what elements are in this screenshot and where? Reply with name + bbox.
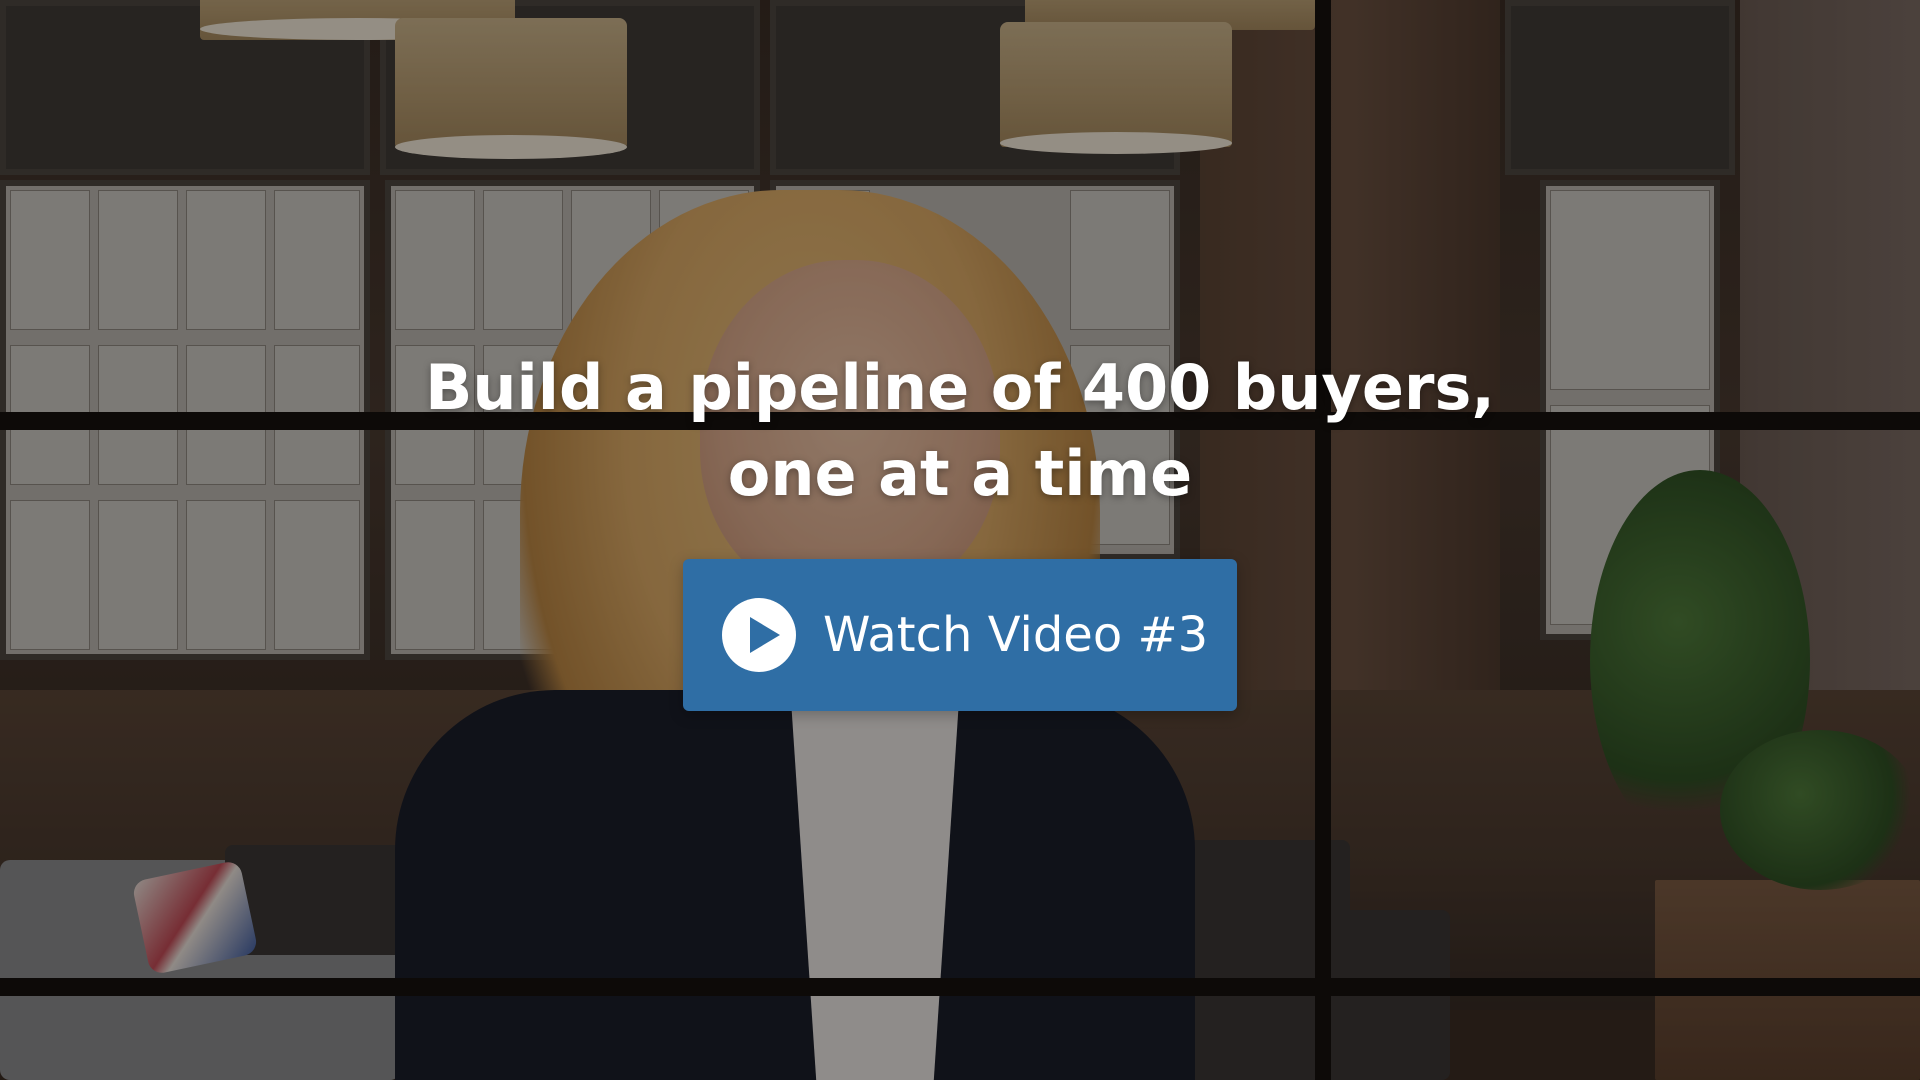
watch-video-button[interactable]: Watch Video #3	[683, 559, 1237, 711]
headline-line-2: one at a time	[727, 437, 1193, 510]
dark-overlay	[0, 0, 1920, 1080]
video-hero: Build a pipeline of 400 buyers, one at a…	[0, 0, 1920, 1080]
watch-video-label: Watch Video #3	[823, 607, 1209, 663]
headline-line-1: Build a pipeline of 400 buyers,	[425, 351, 1495, 424]
play-circle-icon	[722, 598, 796, 672]
hero-headline: Build a pipeline of 400 buyers, one at a…	[360, 345, 1560, 517]
